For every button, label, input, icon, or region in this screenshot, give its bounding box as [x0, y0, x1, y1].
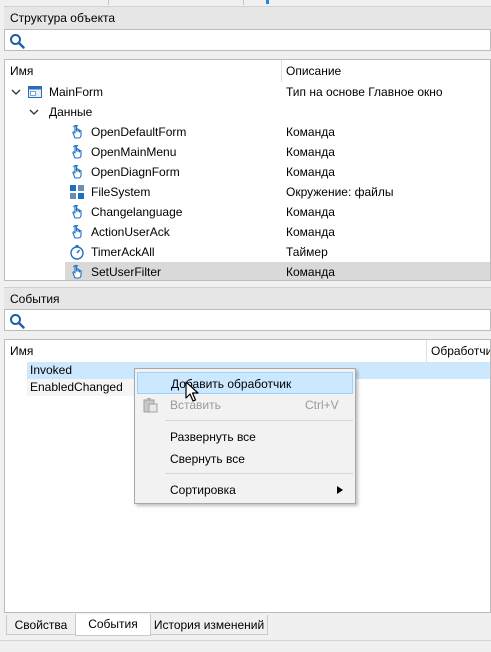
tree-row[interactable]: OpenMainMenu Команда: [5, 142, 490, 162]
tab-label: Свойства: [14, 618, 68, 632]
menu-item-add-handler[interactable]: Добавить обработчик: [137, 372, 353, 394]
tree-row[interactable]: OpenDiagnForm Команда: [5, 162, 490, 182]
tree-item-description: Команда: [286, 225, 335, 239]
command-hand-icon: [69, 264, 85, 280]
status-strip: [0, 640, 491, 652]
tab-events[interactable]: События: [75, 614, 151, 636]
menu-item-expand-all[interactable]: Развернуть все: [137, 426, 353, 448]
tab-label: События: [88, 617, 138, 631]
event-name: Invoked: [30, 363, 73, 377]
tree-row[interactable]: FileSystem Окружение: файлы: [5, 182, 490, 202]
tree-item-description: Окружение: файлы: [286, 185, 394, 199]
tab-history[interactable]: История изменений: [150, 615, 268, 635]
events-search-input[interactable]: [4, 309, 491, 331]
tree-row[interactable]: MainForm Тип на основе Главное окно: [5, 82, 490, 102]
menu-item-sort[interactable]: Сортировка: [137, 479, 353, 501]
divider: [243, 0, 244, 5]
column-name[interactable]: Имя: [10, 344, 33, 358]
tree-item-name: TimerAckAll: [91, 245, 155, 259]
tree-row[interactable]: ActionUserAck Команда: [5, 222, 490, 242]
tree-item-description: Таймер: [286, 245, 328, 259]
column-separator[interactable]: [426, 340, 427, 362]
tree-row[interactable]: TimerAckAll Таймер: [5, 242, 490, 262]
tree-item-name: ActionUserAck: [91, 225, 170, 239]
tree-row[interactable]: OpenDefaultForm Команда: [5, 122, 490, 142]
structure-panel-header: Структура объекта: [4, 6, 491, 30]
tree-item-description: Тип на основе Главное окно: [286, 85, 443, 99]
timer-icon: [69, 244, 85, 260]
command-hand-icon: [69, 204, 85, 220]
tree-item-name: Changelanguage: [91, 205, 183, 219]
menu-item-collapse-all[interactable]: Свернуть все: [137, 448, 353, 470]
expand-toggle-icon[interactable]: [11, 86, 21, 96]
column-handler[interactable]: Обработчи: [431, 344, 490, 358]
structure-panel-title: Структура объекта: [10, 11, 116, 25]
tree-item-name: SetUserFilter: [91, 265, 162, 279]
command-hand-icon: [69, 164, 85, 180]
tree-item-description: Команда: [286, 205, 335, 219]
command-hand-icon: [69, 224, 85, 240]
command-hand-icon: [69, 124, 85, 140]
search-icon: [10, 314, 25, 329]
menu-item-label: Развернуть все: [170, 430, 256, 444]
tree-row[interactable]: Changelanguage Команда: [5, 202, 490, 222]
tree-item-description: Команда: [286, 265, 335, 279]
events-panel-header: События: [4, 287, 491, 311]
command-hand-icon: [69, 144, 85, 160]
event-row-enabledchanged[interactable]: EnabledChanged: [27, 379, 135, 396]
event-name: EnabledChanged: [30, 380, 123, 394]
menu-item-label: Сортировка: [170, 483, 236, 497]
structure-tree: Имя Описание MainForm Тип на основе Главн…: [4, 59, 491, 281]
tree-item-name: OpenDiagnForm: [91, 165, 180, 179]
column-description[interactable]: Описание: [286, 64, 341, 78]
menu-item-shortcut: Ctrl+V: [305, 398, 339, 412]
tree-item-name: MainForm: [49, 85, 104, 99]
tree-item-name: OpenMainMenu: [91, 145, 177, 159]
tab-properties[interactable]: Свойства: [6, 615, 76, 635]
tree-item-name: FileSystem: [91, 185, 151, 199]
tree-row[interactable]: SetUserFilter Команда: [65, 262, 490, 280]
bottom-tabs: Свойства События История изменений: [4, 614, 491, 636]
menu-item-paste[interactable]: Вставить Ctrl+V: [137, 394, 353, 416]
context-menu: Добавить обработчик Вставить Ctrl+V Разв…: [134, 368, 356, 504]
structure-search-input[interactable]: [4, 29, 491, 51]
events-column-header: Имя Обработчи: [5, 340, 490, 362]
divider: [108, 0, 109, 5]
filesystem-icon: [69, 184, 85, 200]
menu-separator: [165, 473, 353, 474]
structure-column-header: Имя Описание: [5, 60, 490, 82]
submenu-arrow-icon: [337, 486, 343, 494]
tree-row[interactable]: Данные: [5, 102, 490, 122]
tree-item-description: Команда: [286, 125, 335, 139]
menu-item-label: Свернуть все: [170, 452, 245, 466]
column-separator[interactable]: [281, 60, 282, 82]
tree-item-description: Команда: [286, 145, 335, 159]
tab-label: История изменений: [153, 618, 265, 632]
tree-item-name: Данные: [49, 105, 93, 119]
search-icon: [10, 34, 25, 49]
tree-item-description: Команда: [286, 165, 335, 179]
events-panel-title: События: [10, 292, 60, 306]
form-icon: [27, 84, 43, 100]
menu-separator: [165, 420, 353, 421]
mouse-cursor-icon: [185, 381, 199, 402]
scroll-indicator: [266, 0, 269, 4]
tree-item-name: OpenDefaultForm: [91, 125, 187, 139]
paste-icon: [143, 398, 158, 413]
expand-toggle-icon[interactable]: [29, 106, 39, 116]
column-name[interactable]: Имя: [10, 64, 33, 78]
